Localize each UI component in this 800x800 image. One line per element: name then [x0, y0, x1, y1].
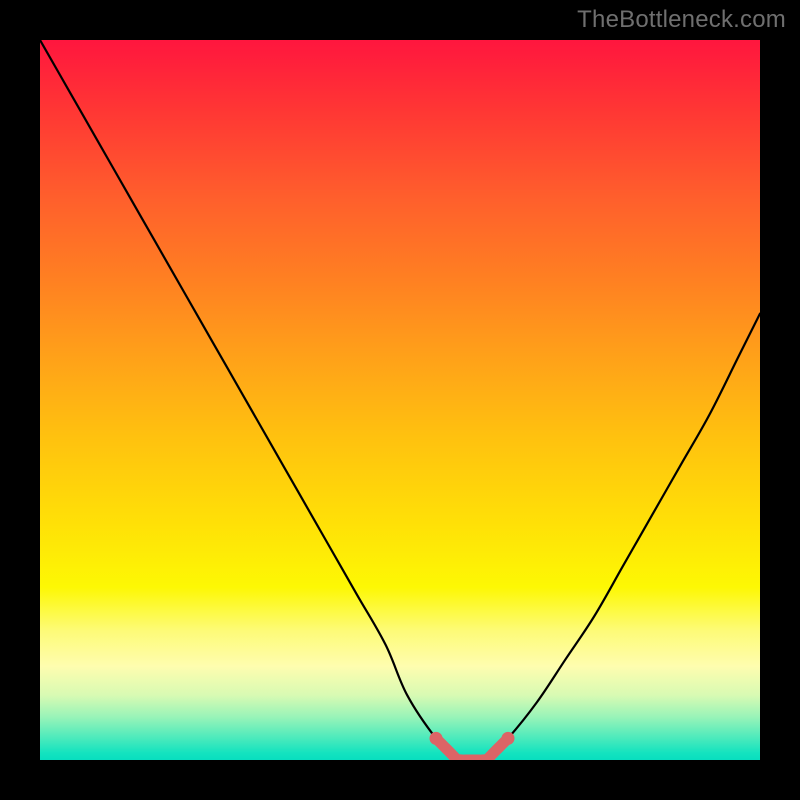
optimal-range-marker: [436, 738, 508, 760]
watermark-text: TheBottleneck.com: [577, 6, 786, 34]
optimal-range-dot-left: [430, 732, 443, 745]
optimal-range-dot-right: [502, 732, 515, 745]
plot-area: [40, 40, 760, 760]
bottleneck-curve-svg: [40, 40, 760, 760]
bottleneck-curve-line: [40, 40, 760, 760]
chart-frame: TheBottleneck.com: [0, 0, 800, 800]
